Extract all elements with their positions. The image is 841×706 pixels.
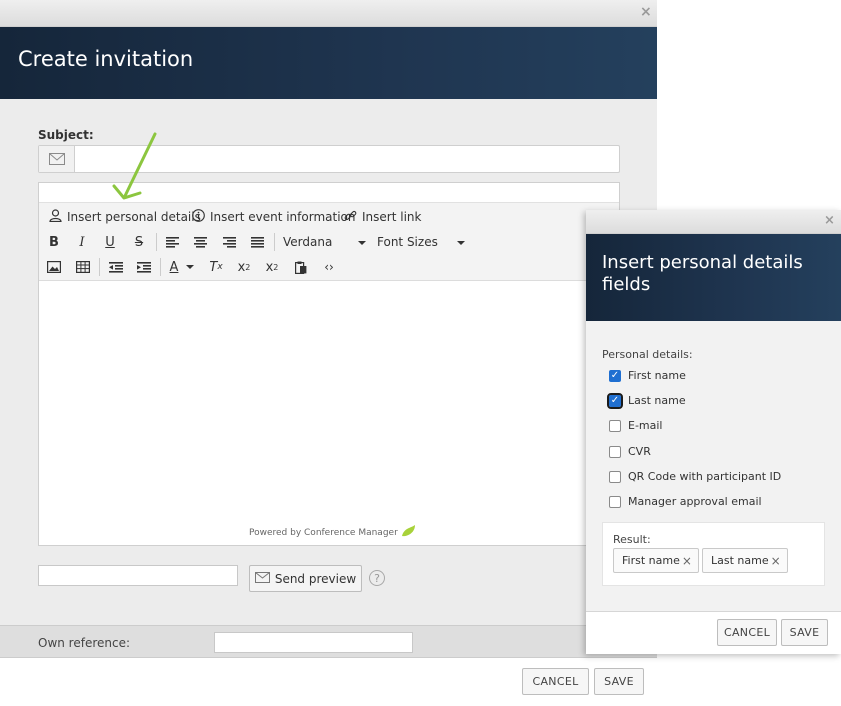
- dialog-titlebar: ×: [0, 0, 657, 27]
- indent-icon[interactable]: [133, 257, 155, 277]
- checkbox-icon[interactable]: ✓: [609, 369, 621, 382]
- remove-tag-icon[interactable]: ×: [771, 554, 781, 568]
- leaf-logo-icon: [401, 524, 417, 541]
- italic-icon[interactable]: I: [71, 232, 93, 252]
- checkbox-label: Last name: [628, 394, 686, 407]
- cancel-button[interactable]: CANCEL: [522, 668, 589, 695]
- bold-icon[interactable]: B: [43, 232, 65, 252]
- checkbox-icon[interactable]: ✓: [607, 392, 623, 409]
- insert-event-information-label: Insert event information: [210, 210, 356, 224]
- remove-tag-icon[interactable]: ×: [682, 554, 692, 568]
- dialog-title: Create invitation: [18, 47, 194, 71]
- save-button[interactable]: SAVE: [594, 668, 644, 695]
- font-family-select[interactable]: Verdana: [283, 235, 367, 249]
- insert-personal-details-label: Insert personal details: [67, 210, 201, 224]
- align-right-icon[interactable]: [218, 232, 240, 252]
- personal-details-label: Personal details:: [602, 348, 693, 361]
- info-icon: [192, 209, 205, 225]
- subject-field-group: [38, 145, 620, 173]
- own-reference-input[interactable]: [214, 632, 413, 653]
- checkbox-first-name[interactable]: ✓ First name: [609, 369, 686, 382]
- checkbox-icon[interactable]: [609, 445, 621, 458]
- strikethrough-icon[interactable]: S: [128, 232, 150, 252]
- editor-toolbar: Insert personal details Insert event inf…: [39, 203, 619, 281]
- help-icon[interactable]: ?: [369, 570, 385, 586]
- toolbar-divider: [156, 233, 157, 251]
- editor-header-strip: [39, 183, 619, 203]
- link-icon: [344, 209, 357, 225]
- send-preview-label: Send preview: [274, 571, 357, 586]
- toolbar-divider: [160, 258, 161, 276]
- result-tag-label: First name: [622, 554, 680, 567]
- own-reference-bar: Own reference:: [0, 625, 657, 658]
- insert-event-information-button[interactable]: Insert event information: [192, 209, 355, 225]
- insert-link-button[interactable]: Insert link: [344, 209, 421, 225]
- text-color-icon[interactable]: A: [163, 257, 185, 277]
- subscript-icon[interactable]: x2: [233, 257, 255, 277]
- chevron-down-icon: [358, 240, 367, 245]
- checkbox-label: CVR: [628, 445, 651, 458]
- image-icon[interactable]: [43, 257, 65, 277]
- superscript-icon[interactable]: x2: [261, 257, 283, 277]
- own-reference-label: Own reference:: [38, 636, 131, 650]
- checkbox-icon[interactable]: [609, 495, 621, 508]
- align-center-icon[interactable]: [189, 232, 211, 252]
- clear-formatting-icon[interactable]: Tx: [205, 257, 227, 277]
- toolbar-divider: [274, 233, 275, 251]
- result-label: Result:: [613, 533, 651, 546]
- powered-by-text: Powered by Conference Manager: [249, 527, 398, 538]
- subject-label: Subject:: [38, 128, 94, 142]
- outdent-icon[interactable]: [105, 257, 127, 277]
- checkbox-label: E-mail: [628, 419, 663, 432]
- source-code-icon[interactable]: ‹›: [318, 257, 340, 277]
- result-tag: First name ×: [613, 548, 699, 573]
- preview-email-input[interactable]: [38, 565, 238, 586]
- panel-header: Insert personal details fields: [586, 234, 841, 321]
- create-invitation-dialog: × Create invitation Subject: Insert pers…: [0, 0, 657, 706]
- toolbar-divider: [99, 258, 100, 276]
- checkbox-label: QR Code with participant ID: [628, 470, 782, 483]
- dialog-header: Create invitation: [0, 27, 657, 99]
- result-tag: Last name ×: [702, 548, 788, 573]
- result-box: Result: First name × Last name ×: [602, 522, 825, 586]
- insert-personal-details-panel: × Insert personal details fields: [586, 210, 841, 654]
- checkbox-label: First name: [628, 369, 686, 382]
- panel-title: Insert personal details fields: [602, 252, 803, 295]
- chevron-down-icon[interactable]: [184, 257, 196, 277]
- dialog-close-icon[interactable]: ×: [640, 4, 652, 20]
- checkbox-icon[interactable]: [609, 470, 621, 483]
- font-family-value: Verdana: [283, 235, 333, 249]
- font-size-value: Font Sizes: [377, 235, 438, 249]
- font-size-select[interactable]: Font Sizes: [377, 235, 465, 249]
- checkbox-icon[interactable]: [609, 419, 621, 432]
- insert-personal-details-button[interactable]: Insert personal details: [49, 209, 201, 225]
- paste-icon[interactable]: [290, 257, 312, 277]
- person-icon: [49, 209, 62, 225]
- panel-titlebar: ×: [586, 210, 841, 234]
- result-tag-label: Last name: [711, 554, 769, 567]
- align-justify-icon[interactable]: [246, 232, 268, 252]
- checkbox-label: Manager approval email: [628, 495, 762, 508]
- checkbox-qr-code[interactable]: QR Code with participant ID: [609, 470, 781, 483]
- insert-link-label: Insert link: [362, 210, 422, 224]
- checkbox-email[interactable]: E-mail: [609, 419, 663, 432]
- envelope-icon: [39, 146, 75, 172]
- panel-save-button[interactable]: SAVE: [781, 619, 828, 646]
- panel-close-icon[interactable]: ×: [824, 213, 835, 228]
- rich-text-editor: Insert personal details Insert event inf…: [38, 182, 620, 546]
- send-preview-button[interactable]: Send preview: [249, 565, 362, 592]
- checkbox-last-name[interactable]: ✓ Last name: [607, 392, 686, 409]
- underline-icon[interactable]: U: [99, 232, 121, 252]
- checkbox-manager-approval-email[interactable]: Manager approval email: [609, 495, 762, 508]
- panel-cancel-button[interactable]: CANCEL: [717, 619, 777, 646]
- checkbox-cvr[interactable]: CVR: [609, 445, 651, 458]
- chevron-down-icon: [456, 240, 465, 245]
- subject-input[interactable]: [76, 146, 618, 172]
- envelope-icon: [254, 571, 270, 586]
- table-icon[interactable]: [72, 257, 94, 277]
- powered-by: Powered by Conference Manager: [249, 524, 417, 541]
- align-left-icon[interactable]: [161, 232, 183, 252]
